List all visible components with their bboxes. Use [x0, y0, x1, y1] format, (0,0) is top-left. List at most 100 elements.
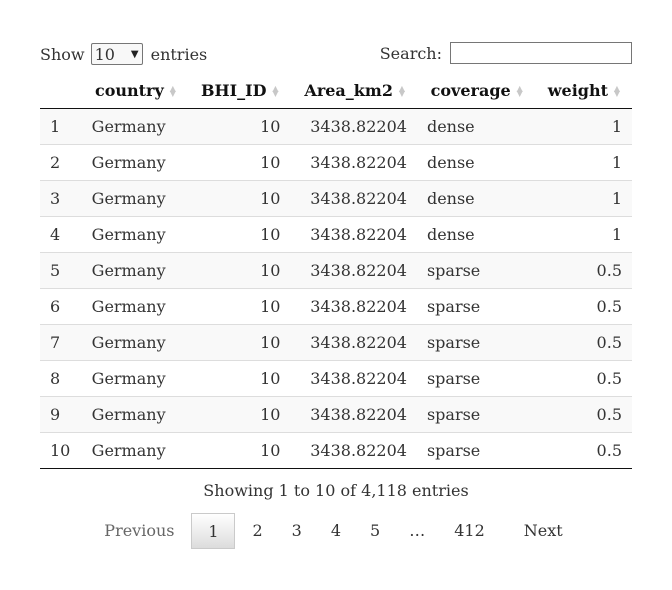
entries-label: entries	[150, 44, 208, 64]
column-header-weight[interactable]: weight ▲ ▼	[534, 72, 632, 109]
table-cell-weight: 1	[534, 108, 632, 145]
table-cell-area_km2: 3438.82204	[290, 432, 417, 469]
table-cell-bhi_id: 10	[187, 360, 291, 397]
table-cell-coverage: dense	[416, 108, 535, 145]
table-cell-coverage: sparse	[416, 396, 535, 433]
table-info: Showing 1 to 10 of 4,118 entries	[203, 481, 469, 500]
table-cell-country: Germany	[81, 324, 188, 361]
sort-icon: ▲ ▼	[398, 83, 406, 98]
table-cell-index: 9	[40, 396, 82, 433]
table-cell-country: Germany	[81, 108, 188, 145]
table-cell-country: Germany	[81, 396, 188, 433]
table-cell-area_km2: 3438.82204	[290, 288, 417, 325]
table-cell-coverage: sparse	[416, 360, 535, 397]
table-cell-index: 10	[40, 432, 82, 469]
table-cell-bhi_id: 10	[187, 216, 291, 253]
table-cell-bhi_id: 10	[187, 288, 291, 325]
table-cell-index: 7	[40, 324, 82, 361]
column-header-label: weight	[547, 80, 608, 100]
table-cell-bhi_id: 10	[187, 324, 291, 361]
table-cell-country: Germany	[81, 252, 188, 289]
column-header-country[interactable]: country ▲ ▼	[81, 72, 188, 109]
table-cell-country: Germany	[81, 216, 188, 253]
table-cell-coverage: dense	[416, 180, 535, 217]
sort-icon: ▲ ▼	[169, 83, 176, 98]
table-cell-bhi_id: 10	[187, 144, 291, 181]
table-cell-bhi_id: 10	[187, 108, 291, 145]
table-row: 8 Germany 10 3438.82204 sparse 0.5	[40, 360, 632, 397]
table-cell-coverage: dense	[416, 144, 535, 181]
table-cell-index: 1	[40, 108, 82, 145]
column-header-label: Area_km2	[304, 80, 393, 100]
table-cell-area_km2: 3438.82204	[290, 252, 417, 289]
table-row: 7 Germany 10 3438.82204 sparse 0.5	[40, 324, 632, 361]
table-cell-coverage: dense	[416, 216, 535, 253]
column-header-area_km2[interactable]: Area_km2 ▲ ▼	[290, 72, 417, 109]
sort-icon: ▲ ▼	[613, 83, 621, 98]
table-cell-country: Germany	[81, 180, 188, 217]
table-cell-area_km2: 3438.82204	[290, 180, 417, 217]
table-cell-area_km2: 3438.82204	[290, 216, 417, 253]
table-row: 10 Germany 10 3438.82204 sparse 0.5	[40, 432, 632, 469]
column-header-label: country	[94, 80, 164, 100]
table-cell-index: 4	[40, 216, 82, 253]
table-cell-country: Germany	[81, 144, 188, 181]
table-cell-coverage: sparse	[416, 288, 535, 325]
page-button-3[interactable]: 3	[280, 513, 314, 549]
table-cell-country: Germany	[81, 360, 188, 397]
page-button-412[interactable]: 412	[442, 513, 497, 549]
table-cell-country: Germany	[81, 432, 188, 469]
next-page-button[interactable]: Next	[512, 513, 575, 549]
sort-icon: ▲ ▼	[272, 83, 279, 98]
table-cell-weight: 0.5	[534, 432, 632, 469]
header-row: country ▲ ▼ BHI_ID ▲ ▼ Area_km2 ▲ ▼ coverage ▲ ▼ wei…	[40, 72, 632, 109]
table-cell-weight: 0.5	[534, 288, 632, 325]
table-cell-weight: 1	[534, 144, 632, 181]
table-cell-coverage: sparse	[416, 432, 535, 469]
pagination-ellipsis: …	[409, 521, 426, 540]
table-cell-index: 3	[40, 180, 82, 217]
table-cell-weight: 0.5	[534, 396, 632, 433]
table-row: 5 Germany 10 3438.82204 sparse 0.5	[40, 252, 632, 289]
show-label: Show	[40, 44, 85, 64]
table-cell-weight: 0.5	[534, 252, 632, 289]
table-cell-country: Germany	[81, 288, 188, 325]
data-table: country ▲ ▼ BHI_ID ▲ ▼ Area_km2 ▲ ▼ coverage ▲ ▼ wei…	[40, 72, 632, 469]
table-cell-index: 8	[40, 360, 82, 397]
table-cell-bhi_id: 10	[187, 180, 291, 217]
table-cell-coverage: sparse	[416, 324, 535, 361]
table-cell-area_km2: 3438.82204	[290, 396, 417, 433]
chevron-down-icon: ▼	[130, 48, 139, 60]
search-label: Search:	[379, 43, 442, 63]
table-cell-bhi_id: 10	[187, 432, 291, 469]
entries-per-page-select[interactable]: 10 ▼	[90, 43, 143, 65]
table-row: 1 Germany 10 3438.82204 dense 1	[40, 108, 632, 145]
page-button-2[interactable]: 2	[240, 513, 274, 549]
entries-per-page-value: 10	[94, 44, 115, 64]
table-row: 2 Germany 10 3438.82204 dense 1	[40, 144, 632, 181]
table-cell-weight: 1	[534, 180, 632, 217]
previous-page-button[interactable]: Previous	[92, 513, 186, 549]
table-row: 9 Germany 10 3438.82204 sparse 0.5	[40, 396, 632, 433]
table-cell-bhi_id: 10	[187, 252, 291, 289]
table-cell-area_km2: 3438.82204	[290, 144, 417, 181]
column-header-index	[40, 72, 82, 109]
page-button-4[interactable]: 4	[319, 513, 353, 549]
entries-length-control: Show 10 ▼ entries	[40, 43, 207, 65]
page-button-5[interactable]: 5	[358, 513, 392, 549]
page-button-1[interactable]: 1	[191, 513, 236, 549]
table-cell-weight: 0.5	[534, 324, 632, 361]
table-row: 4 Germany 10 3438.82204 dense 1	[40, 216, 632, 253]
search-input[interactable]	[450, 42, 632, 64]
column-header-bhi_id[interactable]: BHI_ID ▲ ▼	[187, 72, 291, 109]
table-cell-area_km2: 3438.82204	[290, 360, 417, 397]
table-cell-bhi_id: 10	[187, 396, 291, 433]
table-cell-weight: 1	[534, 216, 632, 253]
table-row: 6 Germany 10 3438.82204 sparse 0.5	[40, 288, 632, 325]
table-cell-coverage: sparse	[416, 252, 535, 289]
table-cell-index: 5	[40, 252, 82, 289]
column-header-label: coverage	[430, 80, 511, 100]
column-header-coverage[interactable]: coverage ▲ ▼	[416, 72, 535, 109]
table-controls: Show 10 ▼ entries Search:	[40, 40, 632, 68]
sort-icon: ▲ ▼	[516, 83, 523, 98]
